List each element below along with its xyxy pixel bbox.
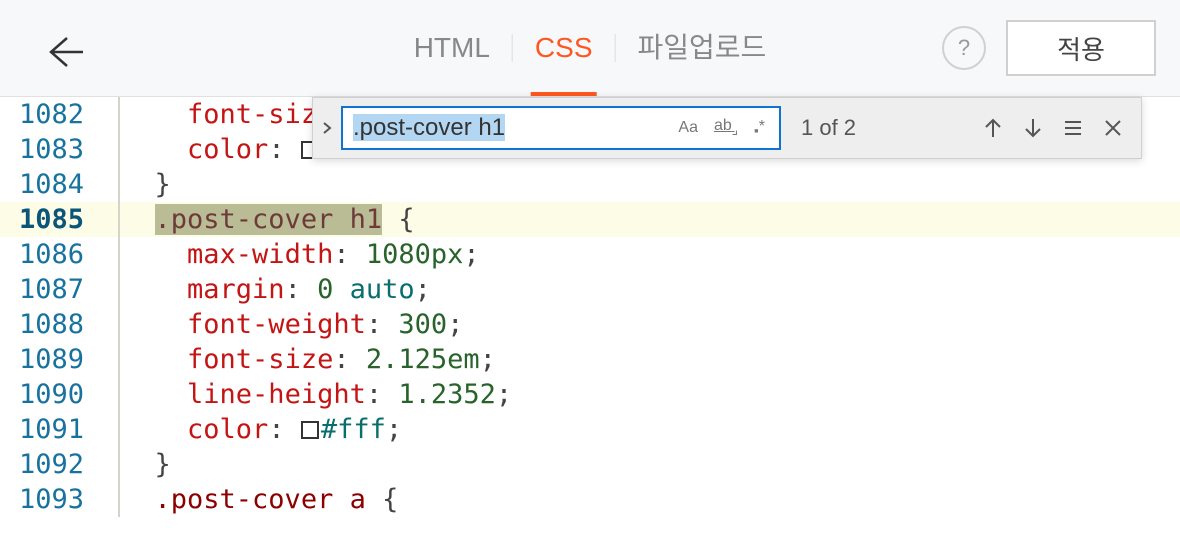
gutter bbox=[92, 447, 120, 482]
line-number: 1093 bbox=[0, 482, 92, 517]
back-button[interactable] bbox=[45, 32, 85, 72]
gutter bbox=[92, 167, 120, 202]
header-actions: ? 적용 bbox=[942, 20, 1156, 76]
line-number: 1084 bbox=[0, 167, 92, 202]
find-result-count: 1 of 2 bbox=[789, 115, 868, 141]
line-number: 1089 bbox=[0, 342, 92, 377]
code-content[interactable]: margin: 0 auto; bbox=[122, 272, 1180, 307]
gutter bbox=[92, 272, 120, 307]
code-line[interactable]: 1086 max-width: 1080px; bbox=[0, 237, 1180, 272]
line-number: 1087 bbox=[0, 272, 92, 307]
code-content[interactable]: .post-cover h1 { bbox=[122, 202, 1180, 237]
find-input-container: .post-cover h1 Aa ab⌟ ▪* bbox=[341, 106, 781, 150]
tab-html[interactable]: HTML bbox=[392, 34, 512, 62]
code-line[interactable]: 1084 } bbox=[0, 167, 1180, 202]
find-options: Aa ab⌟ ▪* bbox=[674, 115, 779, 140]
find-prev-button[interactable] bbox=[981, 116, 1005, 140]
line-number: 1085 bbox=[0, 202, 92, 237]
code-line[interactable]: 1093 .post-cover a { bbox=[0, 482, 1180, 517]
line-number: 1088 bbox=[0, 307, 92, 342]
editor-tabs: HTML CSS 파일업로드 bbox=[392, 34, 789, 62]
code-content[interactable]: } bbox=[122, 447, 1180, 482]
gutter bbox=[92, 412, 120, 447]
code-content[interactable]: } bbox=[122, 167, 1180, 202]
code-content[interactable]: max-width: 1080px; bbox=[122, 237, 1180, 272]
gutter bbox=[92, 482, 120, 517]
find-next-button[interactable] bbox=[1021, 116, 1045, 140]
match-case-toggle[interactable]: Aa bbox=[674, 117, 702, 139]
editor-area: 1082 font-size: 1083 color: #f1084 }1085… bbox=[0, 97, 1180, 558]
code-line[interactable]: 1089 font-size: 2.125em; bbox=[0, 342, 1180, 377]
gutter bbox=[92, 307, 120, 342]
line-number: 1092 bbox=[0, 447, 92, 482]
help-button[interactable]: ? bbox=[942, 26, 986, 70]
gutter bbox=[92, 202, 120, 237]
find-actions bbox=[981, 116, 1141, 140]
code-line[interactable]: 1085 .post-cover h1 { bbox=[0, 202, 1180, 237]
line-number: 1086 bbox=[0, 237, 92, 272]
gutter bbox=[92, 237, 120, 272]
find-selection-button[interactable] bbox=[1061, 116, 1085, 140]
find-close-button[interactable] bbox=[1101, 116, 1125, 140]
code-editor[interactable]: 1082 font-size: 1083 color: #f1084 }1085… bbox=[0, 97, 1180, 517]
code-line[interactable]: 1090 line-height: 1.2352; bbox=[0, 377, 1180, 412]
code-content[interactable]: font-size: 2.125em; bbox=[122, 342, 1180, 377]
find-input[interactable]: .post-cover h1 bbox=[343, 114, 674, 142]
line-number: 1083 bbox=[0, 132, 92, 167]
tab-file-upload[interactable]: 파일업로드 bbox=[616, 34, 789, 62]
whole-word-toggle[interactable]: ab⌟ bbox=[710, 115, 742, 140]
code-line[interactable]: 1087 margin: 0 auto; bbox=[0, 272, 1180, 307]
code-line[interactable]: 1091 color: #fff; bbox=[0, 412, 1180, 447]
gutter bbox=[92, 97, 120, 132]
tab-css[interactable]: CSS bbox=[513, 34, 615, 62]
code-line[interactable]: 1092 } bbox=[0, 447, 1180, 482]
gutter bbox=[92, 377, 120, 412]
line-number: 1090 bbox=[0, 377, 92, 412]
line-number: 1082 bbox=[0, 97, 92, 132]
code-content[interactable]: font-weight: 300; bbox=[122, 307, 1180, 342]
regex-toggle[interactable]: ▪* bbox=[750, 116, 769, 140]
gutter bbox=[92, 342, 120, 377]
code-content[interactable]: color: #fff; bbox=[122, 412, 1180, 447]
code-content[interactable]: line-height: 1.2352; bbox=[122, 377, 1180, 412]
line-number: 1091 bbox=[0, 412, 92, 447]
color-swatch[interactable] bbox=[301, 421, 319, 439]
header-bar: HTML CSS 파일업로드 ? 적용 bbox=[0, 0, 1180, 97]
gutter bbox=[92, 132, 120, 167]
find-replace-toggle[interactable] bbox=[313, 98, 341, 158]
apply-button[interactable]: 적용 bbox=[1006, 20, 1156, 76]
find-widget: .post-cover h1 Aa ab⌟ ▪* 1 of 2 bbox=[312, 97, 1142, 159]
code-content[interactable]: .post-cover a { bbox=[122, 482, 1180, 517]
code-line[interactable]: 1088 font-weight: 300; bbox=[0, 307, 1180, 342]
